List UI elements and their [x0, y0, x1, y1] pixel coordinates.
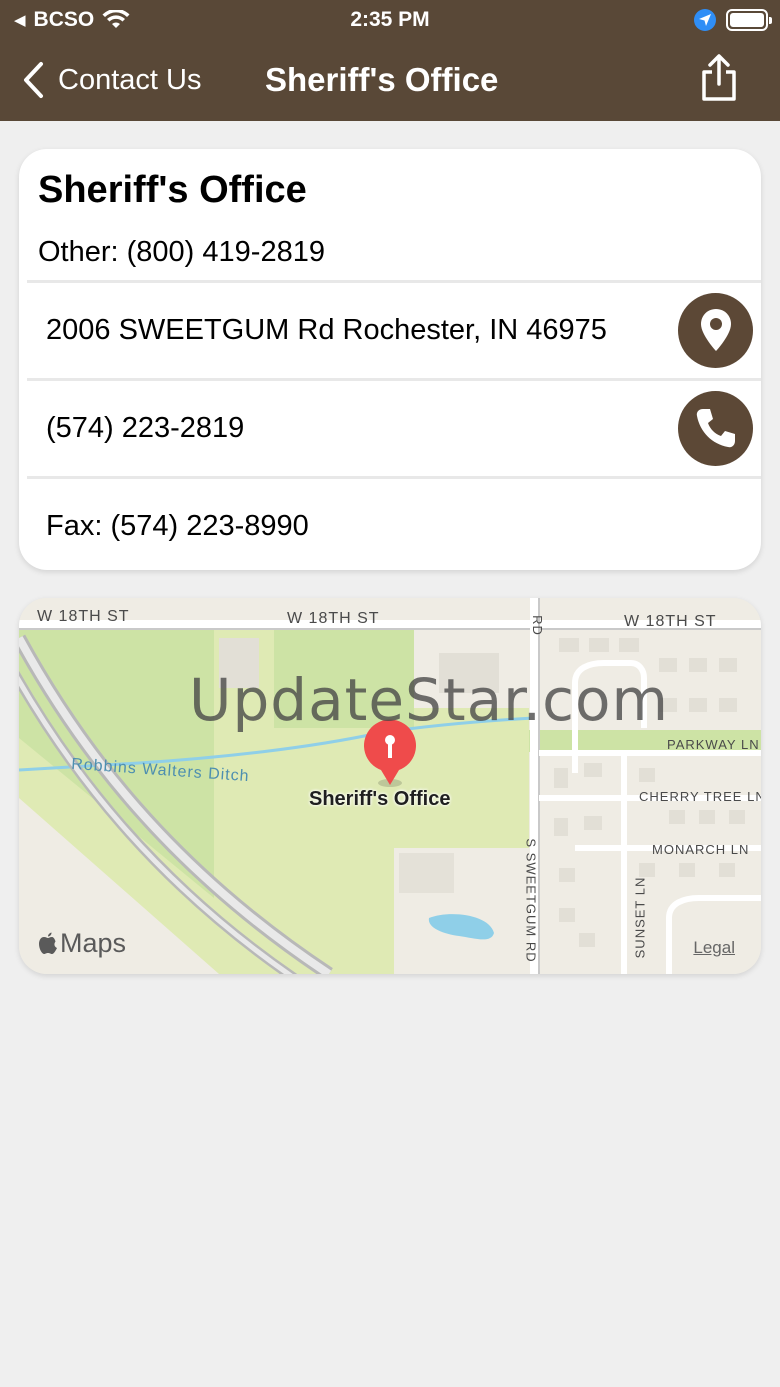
location-services-icon: [694, 9, 716, 31]
call-button[interactable]: [678, 390, 753, 466]
apple-icon: [39, 932, 57, 954]
street-label-sunset: SUNSET LN: [632, 876, 648, 959]
battery-icon: [726, 9, 772, 31]
street-label-cherry: CHERRY TREE LN: [639, 789, 761, 804]
status-time: 2:35 PM: [350, 8, 430, 31]
page-title: Sheriff's Office: [265, 61, 499, 98]
fax-text: Fax: (574) 223-8990: [46, 509, 309, 542]
fax-row: Fax: (574) 223-8990: [27, 476, 761, 570]
back-button-label: Contact Us: [58, 63, 202, 96]
street-label-parkway: PARKWAY LN: [667, 737, 760, 752]
legal-link[interactable]: Legal: [693, 938, 735, 958]
street-label-sweetgum: S SWEETGUM RD: [523, 838, 539, 963]
contact-card: Sheriff's Office Other: (800) 419-2819 2…: [19, 149, 761, 570]
other-phone[interactable]: Other: (800) 419-2819: [38, 236, 325, 269]
apple-maps-logo: Maps: [38, 928, 126, 959]
status-indicators: [694, 7, 772, 33]
share-button[interactable]: [698, 54, 740, 102]
phone-text: (574) 223-2819: [46, 411, 245, 444]
phone-icon: [696, 409, 735, 448]
map-pin-icon: [700, 309, 731, 351]
card-title: Sheriff's Office: [38, 169, 307, 211]
street-label-monarch: MONARCH LN: [652, 842, 750, 857]
pin-label: Sheriff's Office: [309, 788, 451, 810]
back-button[interactable]: Contact Us: [22, 58, 201, 102]
phone-row[interactable]: (574) 223-2819: [27, 378, 761, 475]
directions-button[interactable]: [678, 292, 753, 368]
navigation-bar: ◀ BCSO 2:35 PM Contact Us Sheriff's Offi…: [0, 0, 780, 121]
address-row[interactable]: 2006 SWEETGUM Rd Rochester, IN 46975: [27, 280, 761, 377]
watermark: UpdateStar.com: [189, 666, 669, 734]
maps-logo-text: Maps: [60, 928, 127, 958]
street-label-w18-mid: W 18TH ST: [287, 610, 380, 627]
street-label-w18-right: W 18TH ST: [624, 613, 717, 630]
address-text: 2006 SWEETGUM Rd Rochester, IN 46975: [46, 313, 607, 346]
map-view[interactable]: W 18TH ST W 18TH ST W 18TH ST PARKWAY LN…: [19, 598, 761, 974]
street-label-w18-left: W 18TH ST: [37, 608, 130, 625]
chevron-left-icon: [24, 62, 43, 98]
share-icon: [702, 54, 736, 101]
street-label-rd-top: RD: [529, 615, 545, 636]
map-background: [19, 598, 761, 974]
